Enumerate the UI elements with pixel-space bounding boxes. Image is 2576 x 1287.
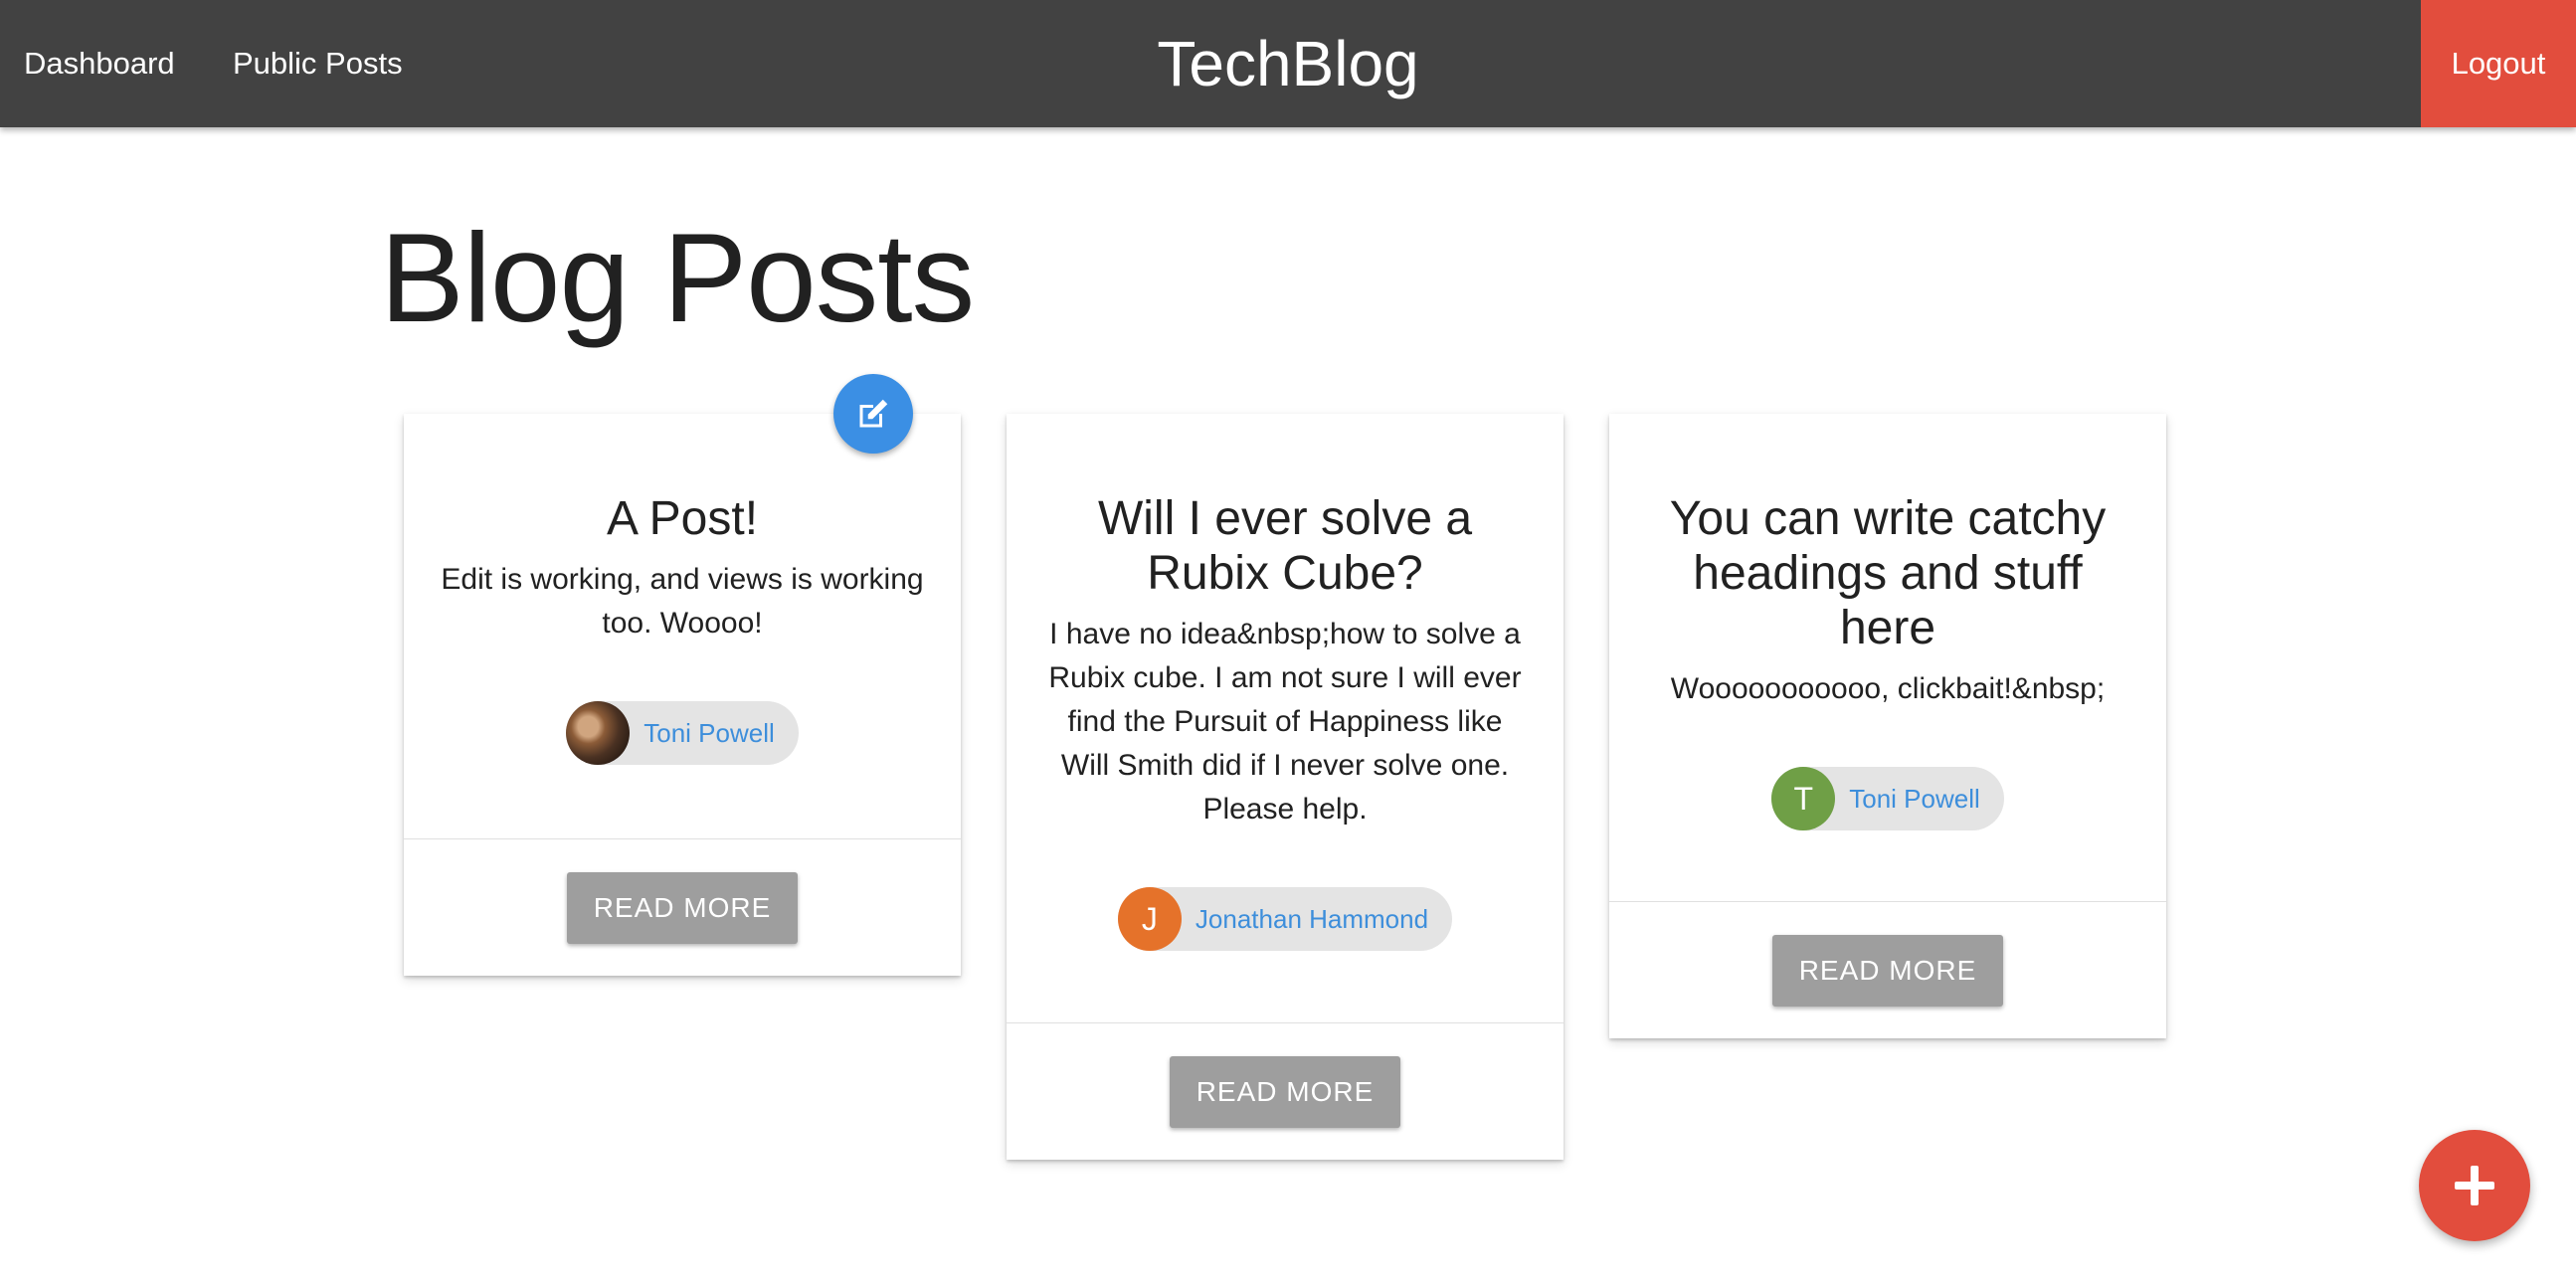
page-title: Blog Posts	[380, 207, 975, 348]
author-chip[interactable]: T Toni Powell	[1771, 767, 2004, 830]
author-chip[interactable]: J Jonathan Hammond	[1117, 887, 1453, 951]
post-card-body: A Post! Edit is working, and views is wo…	[404, 414, 961, 765]
post-excerpt: Wooooooooooo, clickbait!&nbsp;	[1670, 672, 2106, 705]
nav-link-dashboard[interactable]: Dashboard	[24, 0, 175, 127]
post-card: You can write catchy headings and stuff …	[1609, 414, 2166, 1038]
edit-post-button[interactable]	[833, 374, 913, 454]
post-title: Will I ever solve a Rubix Cube?	[1097, 492, 1473, 600]
author-avatar	[566, 701, 631, 765]
edit-icon	[859, 399, 888, 428]
post-title: A Post!	[606, 492, 759, 545]
post-excerpt: Edit is working, and views is working to…	[441, 563, 924, 640]
author-avatar: J	[1117, 887, 1182, 951]
brand-title[interactable]: TechBlog	[1157, 28, 1418, 99]
post-card-footer: READ MORE	[1609, 901, 2166, 1038]
author-chip[interactable]: Toni Powell	[566, 701, 799, 765]
post-card: A Post! Edit is working, and views is wo…	[404, 414, 961, 976]
read-more-button[interactable]: READ MORE	[567, 872, 798, 944]
author-chip-row: J Jonathan Hammond	[1042, 887, 1528, 951]
post-card-body: Will I ever solve a Rubix Cube? I have n…	[1007, 414, 1564, 951]
post-card-footer: READ MORE	[404, 838, 961, 976]
author-chip-row: Toni Powell	[440, 701, 925, 765]
read-more-button[interactable]: READ MORE	[1170, 1056, 1400, 1128]
navbar: Dashboard Public Posts TechBlog Logout	[0, 0, 2576, 127]
post-excerpt: I have no idea&nbsp;how to solve a Rubix…	[1048, 618, 1522, 826]
nav-link-public-posts[interactable]: Public Posts	[233, 0, 403, 127]
author-chip-row: T Toni Powell	[1645, 767, 2130, 830]
author-name[interactable]: Toni Powell	[1849, 784, 1980, 814]
post-card-footer: READ MORE	[1007, 1022, 1564, 1160]
author-avatar: T	[1771, 767, 1836, 830]
plus-icon	[2455, 1166, 2494, 1205]
read-more-button[interactable]: READ MORE	[1772, 935, 2003, 1007]
post-card-body: You can write catchy headings and stuff …	[1609, 414, 2166, 830]
logout-button[interactable]: Logout	[2421, 0, 2576, 127]
add-post-button[interactable]	[2419, 1130, 2530, 1241]
post-title: You can write catchy headings and stuff …	[1669, 492, 2107, 654]
author-name[interactable]: Jonathan Hammond	[1196, 904, 1428, 934]
post-card: Will I ever solve a Rubix Cube? I have n…	[1007, 414, 1564, 1160]
author-name[interactable]: Toni Powell	[644, 718, 775, 748]
